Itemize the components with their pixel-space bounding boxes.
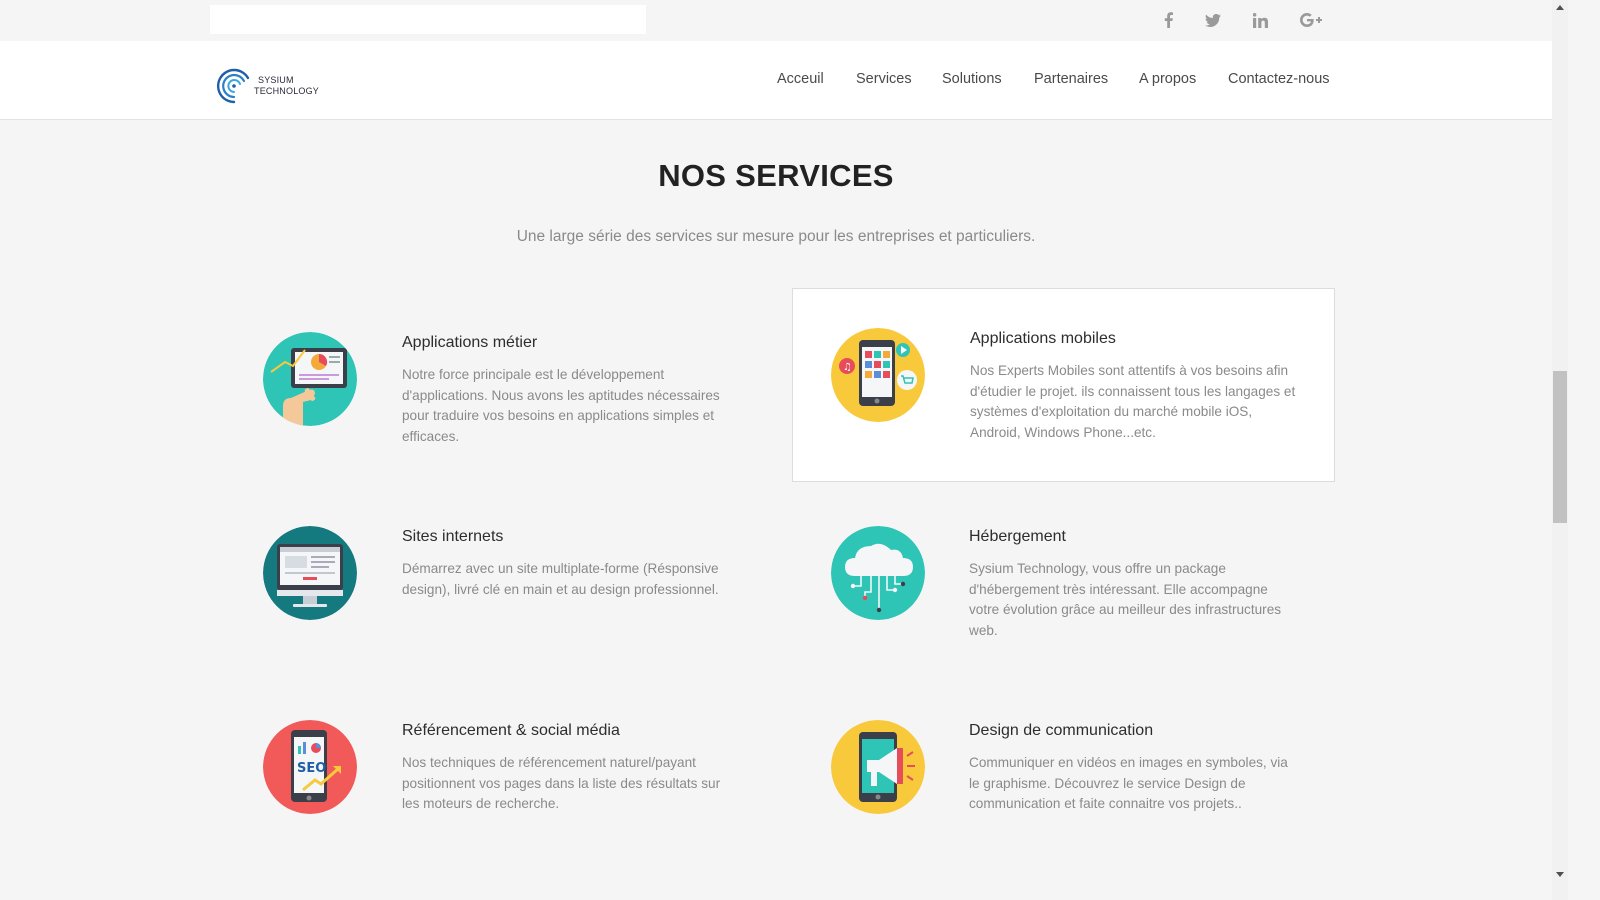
monitor-website-icon — [263, 526, 357, 620]
service-title: Hébergement — [969, 528, 1066, 545]
page-scrollbar[interactable] — [1552, 0, 1568, 900]
service-title: Applications mobiles — [970, 330, 1116, 347]
service-card-sites-internets[interactable]: Sites internets Démarrez avec un site mu… — [225, 488, 768, 681]
right-margin — [1568, 0, 1600, 900]
svg-text:♫: ♫ — [843, 362, 852, 373]
service-description: Nos techniques de référencement naturel/… — [402, 755, 721, 812]
google-plus-icon[interactable] — [1298, 8, 1324, 32]
smartphone-apps-icon: ♫ — [831, 328, 925, 422]
nav-solutions[interactable]: Solutions — [942, 71, 1002, 87]
service-description: Démarrez avec un site multiplate-forme (… — [402, 561, 719, 597]
seo-phone-icon: SEO — [263, 720, 357, 814]
scroll-down-arrow-icon[interactable] — [1552, 866, 1568, 882]
service-card-applications-metier[interactable]: Applications métier Notre force principa… — [225, 294, 768, 487]
logo-line-2: TECHNOLOGY — [254, 86, 320, 96]
linkedin-icon[interactable] — [1248, 8, 1272, 32]
facebook-icon[interactable] — [1156, 8, 1180, 32]
service-description: Nos Experts Mobiles sont attentifs à vos… — [970, 363, 1296, 440]
scrollbar-thumb[interactable] — [1553, 371, 1567, 523]
logo-text: SYSIUM TECHNOLOGY — [254, 75, 319, 97]
seo-icon-text: SEO — [297, 761, 326, 776]
search-input[interactable] — [210, 5, 646, 34]
service-description: Communiquer en vidéos en images en symbo… — [969, 755, 1288, 812]
service-card-applications-mobiles[interactable]: ♫ Applications mobiles Nos Experts Mobil… — [792, 288, 1335, 482]
service-description: Sysium Technology, vous offre un package… — [969, 561, 1282, 638]
service-description: Notre force principale est le développem… — [402, 367, 720, 444]
service-card-referencement[interactable]: SEO Référencement & social média Nos tec… — [225, 682, 768, 875]
nav-accueil[interactable]: Acceuil — [777, 71, 824, 87]
nav-contact[interactable]: Contactez-nous — [1228, 71, 1330, 87]
service-card-hebergement[interactable]: Hébergement Sysium Technology, vous offr… — [792, 488, 1335, 681]
tablet-chart-icon — [263, 332, 357, 426]
logo[interactable]: SYSIUM TECHNOLOGY — [216, 64, 320, 108]
service-card-design-communication[interactable]: Design de communication Communiquer en v… — [792, 682, 1335, 875]
nav-a-propos[interactable]: A propos — [1139, 71, 1196, 87]
service-title: Design de communication — [969, 722, 1154, 739]
main-navbar: SYSIUM TECHNOLOGY Acceuil Services Solut… — [0, 41, 1552, 120]
service-title: Applications métier — [402, 334, 538, 351]
nav-partenaires[interactable]: Partenaires — [1034, 71, 1108, 87]
section-title: NOS SERVICES — [658, 158, 894, 193]
service-title: Référencement & social média — [402, 722, 620, 739]
top-bar — [0, 0, 1552, 41]
logo-line-1: SYSIUM — [258, 75, 294, 85]
nav-services[interactable]: Services — [856, 71, 912, 87]
logo-mark-icon — [216, 68, 250, 104]
megaphone-phone-icon — [831, 720, 925, 814]
scroll-up-arrow-icon[interactable] — [1552, 0, 1568, 16]
service-title: Sites internets — [402, 528, 504, 545]
cloud-hosting-icon — [831, 526, 925, 620]
section-subtitle: Une large série des services sur mesure … — [516, 228, 1036, 245]
twitter-icon[interactable] — [1201, 8, 1225, 32]
